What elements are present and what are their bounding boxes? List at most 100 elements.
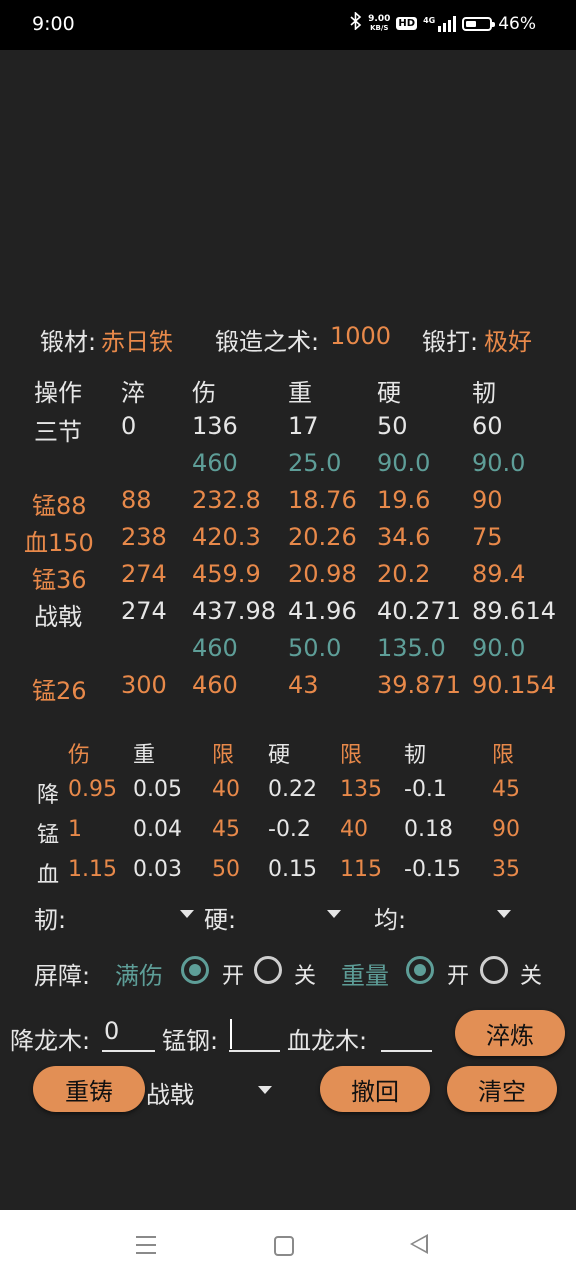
table-cell: 43 [288,671,319,699]
table-cell: 20.26 [288,523,357,551]
weight-off-label: 关 [520,964,543,989]
battery-icon [462,16,496,31]
quench-button[interactable]: 淬炼 [455,1010,565,1056]
ren-dropdown-label: 韧: [34,906,67,934]
table-cell: 460 [192,449,238,477]
skill-value: 1000 [330,322,392,350]
table-cell: 19.6 [377,486,431,514]
full-damage-label: 满伤 [115,962,163,990]
table-cell: 20.2 [377,560,431,588]
table-cell: 20.98 [288,560,357,588]
xuelongmu-label: 血龙木: [287,1027,368,1055]
param-value: -0.2 [268,817,311,842]
battery-fill [466,20,477,27]
table-cell: 420.3 [192,523,261,551]
table-cell: 41.96 [288,597,357,625]
table-cell: 50 [377,412,408,440]
jun-dropdown-arrow-icon[interactable] [497,910,511,918]
table-header: 硬 [377,379,401,407]
param-header: 限 [340,743,363,768]
param-value: 50 [212,857,240,882]
status-bar: 9:00 9.00 KB/S HD 4G 46% [0,0,576,50]
barrier-label: 屏障: [34,962,91,990]
table-cell: 50.0 [288,634,342,662]
clear-button[interactable]: 清空 [447,1066,557,1112]
text-cursor [230,1019,232,1049]
jun-dropdown-label: 均: [374,906,407,934]
table-cell: 锰26 [32,677,87,705]
table-cell: 459.9 [192,560,261,588]
network-speed-unit: KB/S [370,23,389,32]
skill-label: 锻造之术: [215,328,320,356]
home-icon[interactable] [274,1236,294,1256]
table-cell: 锰88 [32,492,87,520]
table-cell: 88 [121,486,152,514]
weapon-select[interactable]: 战戟 [146,1075,194,1110]
table-cell: 90.0 [377,449,431,477]
full-damage-off-radio[interactable] [254,956,282,984]
weight-on-radio[interactable] [406,956,434,984]
signal-label: 4G [423,15,436,25]
menu-icon[interactable] [136,1236,156,1260]
weapon-select-arrow-icon[interactable] [258,1086,272,1094]
undo-button[interactable]: 撤回 [320,1066,430,1112]
weight-label: 重量 [341,962,389,990]
param-value: 90 [492,817,520,842]
weight-off-radio[interactable] [480,956,508,984]
param-value: -0.1 [404,777,447,802]
table-cell: 238 [121,523,167,551]
param-header: 伤 [68,743,91,768]
table-header: 韧 [472,379,496,407]
param-row-name: 降 [37,783,60,808]
param-header: 限 [212,743,235,768]
table-cell: 40.271 [377,597,461,625]
material-value: 赤日铁 [101,328,173,356]
battery-tip [492,21,496,27]
param-value: 0.15 [268,857,317,882]
table-cell: 90.0 [472,634,526,662]
table-cell: 17 [288,412,319,440]
param-header: 限 [492,743,515,768]
table-cell: 75 [472,523,503,551]
ying-dropdown-arrow-icon[interactable] [327,910,341,918]
table-cell: 39.871 [377,671,461,699]
table-cell: 89.614 [472,597,556,625]
table-header: 淬 [121,379,145,407]
signal-icon: 4G [423,15,457,32]
network-speed: 9.00 KB/S [368,13,391,33]
jianglongmu-label: 降龙木: [10,1027,91,1055]
table-cell: 血150 [24,529,94,557]
xuelongmu-underline [381,1050,432,1052]
table-cell: 90.0 [472,449,526,477]
bluetooth-icon [350,11,362,35]
clock: 9:00 [32,13,75,35]
table-cell: 25.0 [288,449,342,477]
table-cell: 60 [472,412,503,440]
table-cell: 战戟 [34,603,82,631]
forge-label: 锻打: [422,328,479,356]
menggang-underline [229,1050,280,1052]
param-value: 35 [492,857,520,882]
full-damage-off-label: 关 [294,964,317,989]
table-header: 操作 [34,379,82,407]
back-icon[interactable] [410,1234,428,1254]
param-header: 重 [133,743,156,768]
param-value: 45 [492,777,520,802]
forge-value: 极好 [484,328,532,356]
jianglongmu-input[interactable]: 0 [104,1017,119,1045]
param-value: 135 [340,777,382,802]
param-value: 0.04 [133,817,182,842]
full-damage-on-label: 开 [222,964,245,989]
param-row-name: 锰 [37,823,60,848]
table-cell: 460 [192,634,238,662]
table-cell: 232.8 [192,486,261,514]
ren-dropdown-arrow-icon[interactable] [180,910,194,918]
param-value: 0.03 [133,857,182,882]
network-speed-value: 9.00 [368,13,391,24]
recast-button[interactable]: 重铸 [33,1066,145,1112]
jianglongmu-underline [102,1050,155,1052]
full-damage-on-radio[interactable] [181,956,209,984]
table-cell: 89.4 [472,560,526,588]
table-cell: 136 [192,412,238,440]
table-header: 伤 [192,379,216,407]
